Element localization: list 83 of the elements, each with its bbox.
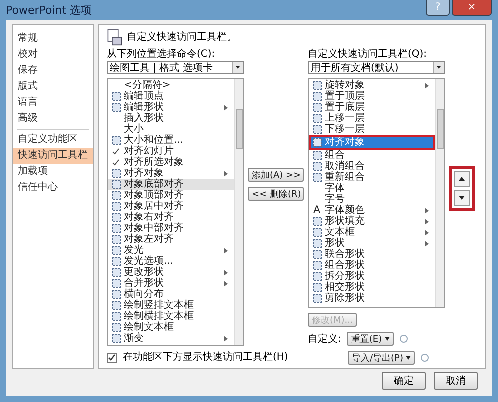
command-item[interactable]: 对象左对齐	[108, 234, 234, 245]
command-item[interactable]: 渐变	[108, 333, 234, 344]
command-item[interactable]: 形状	[309, 238, 435, 249]
command-item[interactable]: 大小和位置...	[108, 135, 234, 146]
command-item[interactable]: 上移一层	[309, 113, 435, 124]
source-dropdown[interactable]: 绘图工具 | 格式 选项卡	[107, 61, 244, 74]
sidebar-item[interactable]: 信任中心	[13, 180, 93, 196]
sidebar-item[interactable]: 语言	[13, 95, 93, 111]
command-item[interactable]: 对齐对象	[309, 135, 435, 150]
sidebar-item[interactable]: 加载项	[13, 164, 93, 180]
scrollbar[interactable]	[234, 79, 243, 345]
checkbox[interactable]	[107, 352, 117, 362]
toolbar-icon	[107, 28, 123, 46]
command-item[interactable]: 编辑顶点	[108, 91, 234, 102]
reset-button[interactable]: 重置(E)	[347, 332, 394, 346]
command-item[interactable]: 对象右对齐	[108, 212, 234, 223]
command-item[interactable]: 字体	[309, 183, 435, 194]
command-item[interactable]: 旋转对象	[309, 80, 435, 91]
command-item[interactable]: 置于底层	[309, 102, 435, 113]
command-item[interactable]: 横向分布	[108, 289, 234, 300]
sidebar-item[interactable]: 版式	[13, 79, 93, 95]
command-item[interactable]: 组合	[309, 150, 435, 161]
command-item[interactable]: 拆分形状	[309, 271, 435, 282]
command-item[interactable]: 文本框	[309, 227, 435, 238]
sidebar-item[interactable]: 保存	[13, 63, 93, 79]
command-item[interactable]: 重新组合	[309, 172, 435, 183]
command-item[interactable]: <分隔符>	[108, 80, 234, 91]
command-item[interactable]: 相交形状	[309, 282, 435, 293]
command-item[interactable]: 下移一层	[309, 124, 435, 135]
sidebar-item[interactable]: 校对	[13, 47, 93, 63]
command-item[interactable]: 插入形状	[108, 113, 234, 124]
import-export-button[interactable]: 导入/导出(P)	[348, 351, 416, 365]
command-item[interactable]: 对齐对象	[108, 168, 234, 179]
target-dropdown[interactable]: 用于所有文档(默认)	[308, 61, 445, 74]
ok-button[interactable]: 确定	[382, 372, 426, 390]
scrollbar[interactable]	[435, 79, 444, 307]
command-item[interactable]: 字号	[309, 194, 435, 205]
up-arrow-icon	[459, 177, 465, 181]
sidebar-item[interactable]: 快速访问工具栏	[13, 148, 93, 164]
command-item[interactable]: A 字体颜色	[309, 205, 435, 216]
sidebar-item[interactable]: 常规	[13, 31, 93, 47]
command-item[interactable]: 置于顶层	[309, 91, 435, 102]
info-icon	[421, 354, 430, 362]
sidebar-item[interactable]: 自定义功能区	[13, 132, 93, 148]
info-icon	[400, 335, 408, 343]
add-button[interactable]: 添加(A) >>	[248, 168, 304, 182]
close-button[interactable]: ×	[452, 0, 492, 16]
customize-label: 自定义:	[308, 332, 342, 346]
move-up-button[interactable]	[454, 171, 470, 187]
field-label: 从下列位置选择命令(C):	[107, 48, 216, 61]
command-item[interactable]: 大小	[108, 124, 234, 135]
caret-icon	[385, 337, 390, 341]
command-item[interactable]: 对象中部对齐	[108, 223, 234, 234]
command-item[interactable]: 合并形状	[108, 278, 234, 289]
down-arrow-icon	[459, 196, 465, 200]
command-item[interactable]: 对齐所选对象	[108, 157, 234, 168]
caret-icon	[406, 356, 412, 360]
command-item[interactable]: 发光	[108, 245, 234, 256]
command-item[interactable]: 绘制文本框	[108, 322, 234, 333]
letter-icon: A	[314, 205, 320, 216]
command-item[interactable]: 取消组合	[309, 161, 435, 172]
command-item[interactable]: 形状填充	[309, 216, 435, 227]
command-item[interactable]: 绘制横排文本框	[108, 311, 234, 322]
command-item[interactable]: 绘制竖排文本框	[108, 300, 234, 311]
move-down-button[interactable]	[454, 190, 470, 206]
command-item[interactable]: 对象居中对齐	[108, 201, 234, 212]
command-item[interactable]: 剪除形状	[309, 293, 435, 304]
window-title: PowerPoint 选项	[6, 2, 92, 18]
command-item[interactable]: 对象顶部对齐	[108, 190, 234, 201]
field-label: 自定义快速访问工具栏(Q):	[308, 48, 428, 61]
sidebar-item[interactable]: 高级	[13, 111, 93, 127]
command-item[interactable]: 对象底部对齐	[108, 179, 234, 190]
section-heading: 自定义快速访问工具栏。	[127, 30, 237, 44]
remove-button[interactable]: << 删除(R)	[248, 187, 304, 201]
command-item[interactable]: 编辑形状	[108, 102, 234, 113]
cancel-button[interactable]: 取消	[434, 372, 478, 390]
command-item[interactable]: 联合形状	[309, 249, 435, 260]
command-item[interactable]: 对齐幻灯片	[108, 146, 234, 157]
checkbox-label: 在功能区下方显示快速访问工具栏(H)	[123, 351, 288, 364]
command-item[interactable]: 组合形状	[309, 260, 435, 271]
command-icon	[112, 136, 120, 145]
command-item[interactable]: 更改形状	[108, 267, 234, 278]
command-item[interactable]: 发光选项...	[108, 256, 234, 267]
